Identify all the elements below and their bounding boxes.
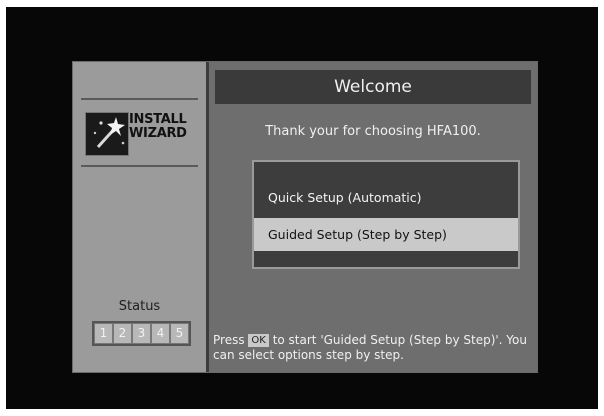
- welcome-message: Thank your for choosing HFA100.: [265, 124, 481, 139]
- setup-mode-menu: Quick Setup (Automatic) Guided Setup (St…: [252, 160, 520, 269]
- sidebar-divider: [81, 98, 198, 100]
- status-step-3: 3: [133, 324, 150, 343]
- page-title: Welcome: [215, 70, 531, 104]
- wizard-sidebar: INSTALL WIZARD Status 1 2 3 4 5: [73, 62, 209, 372]
- help-prefix: Press: [213, 333, 245, 347]
- status-label: Status: [118, 299, 161, 314]
- status-step-5: 5: [171, 324, 188, 343]
- magic-wand-icon: [85, 112, 129, 156]
- tv-screen: INSTALL WIZARD Status 1 2 3 4 5 Welcome …: [6, 7, 598, 409]
- logo-line-wizard: WIZARD: [129, 126, 187, 141]
- status-step-1: 1: [95, 324, 112, 343]
- sidebar-divider: [81, 165, 198, 167]
- install-wizard-window: INSTALL WIZARD Status 1 2 3 4 5 Welcome …: [72, 61, 538, 373]
- help-text: Press OK to start 'Guided Setup (Step by…: [213, 333, 531, 363]
- status-step-2: 2: [114, 324, 131, 343]
- ok-key-badge: OK: [248, 334, 269, 347]
- status-step-4: 4: [152, 324, 169, 343]
- status-steps: 1 2 3 4 5: [92, 321, 191, 346]
- wizard-logo-text: INSTALL WIZARD: [129, 113, 205, 141]
- logo-line-install: INSTALL: [129, 112, 187, 127]
- wizard-main-panel: Welcome Thank your for choosing HFA100. …: [209, 62, 537, 372]
- menu-item-guided-setup[interactable]: Guided Setup (Step by Step): [254, 218, 518, 251]
- menu-item-quick-setup[interactable]: Quick Setup (Automatic): [254, 181, 518, 214]
